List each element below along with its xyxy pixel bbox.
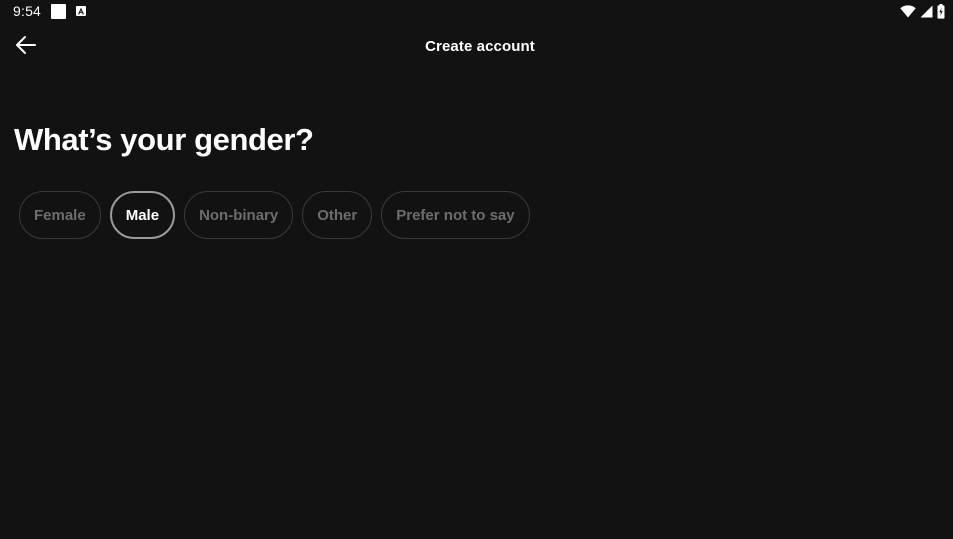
gender-option-female[interactable]: Female [19, 191, 101, 239]
battery-icon [937, 3, 945, 19]
status-icons [900, 3, 945, 19]
notification-icon [51, 4, 66, 19]
gender-option-non-binary[interactable]: Non-binary [184, 191, 294, 239]
wifi-icon [900, 4, 916, 18]
gender-option-prefer-not-to-say[interactable]: Prefer not to say [381, 191, 530, 239]
page-title: Create account [425, 38, 535, 55]
cell-signal-icon [920, 5, 933, 18]
status-bar: 9:54 [0, 0, 953, 24]
top-bar: Create account [0, 24, 953, 70]
gender-option-other[interactable]: Other [302, 191, 373, 239]
status-time: 9:54 [13, 3, 42, 19]
gender-options: Female Male Non-binary Other Prefer not … [19, 191, 530, 239]
gender-option-male[interactable]: Male [109, 191, 176, 239]
gender-question: What’s your gender? [14, 122, 314, 157]
notification-a-icon [76, 6, 86, 16]
